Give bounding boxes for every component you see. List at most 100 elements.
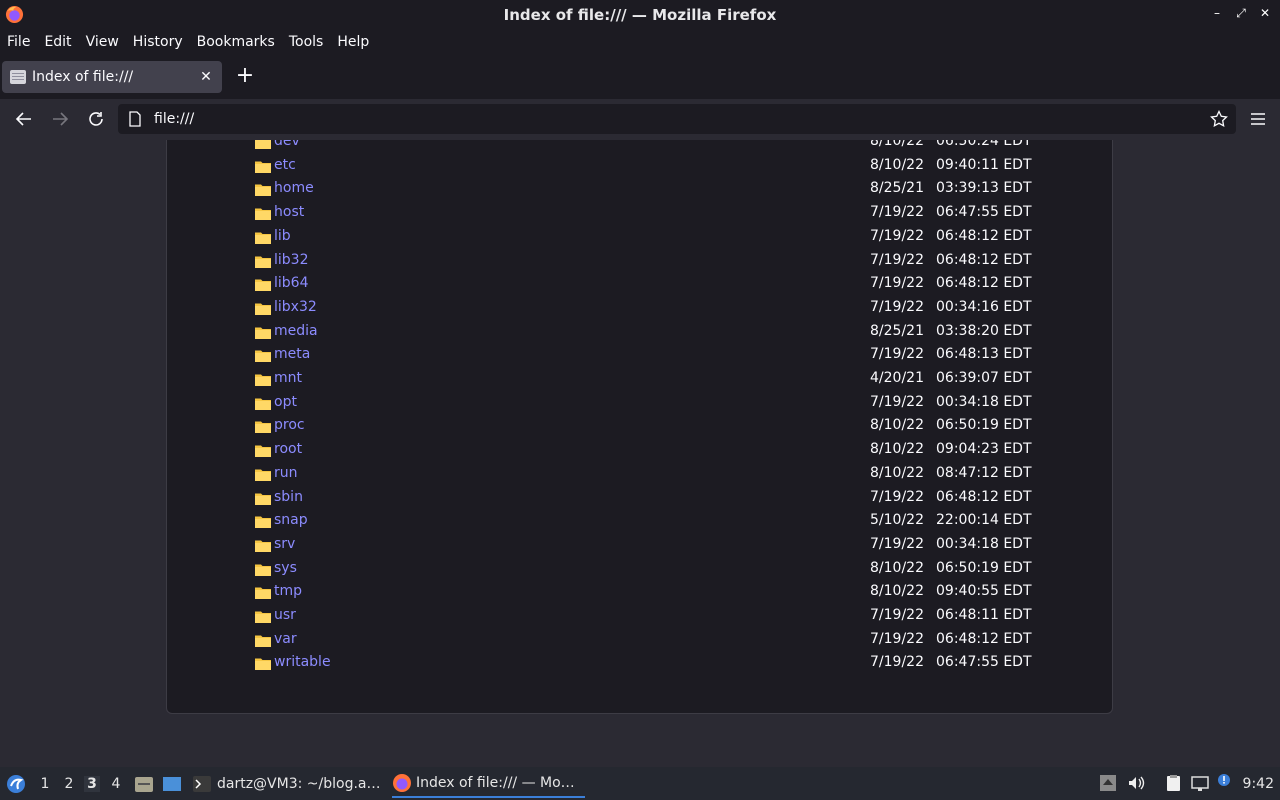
entry-name-link[interactable]: snap: [274, 512, 308, 528]
tab-index-of-file[interactable]: Index of file:/// ✕: [2, 61, 222, 93]
list-item[interactable]: host 7/19/22 06:47:55 EDT: [255, 204, 1035, 224]
entry-name-link[interactable]: usr: [274, 607, 296, 623]
list-item[interactable]: opt 7/19/22 00:34:18 EDT: [255, 394, 1035, 414]
entry-name-link[interactable]: sbin: [274, 489, 303, 505]
list-item[interactable]: proc 8/10/22 06:50:19 EDT: [255, 417, 1035, 437]
bookmark-star-icon[interactable]: [1210, 110, 1228, 128]
entry-name-link[interactable]: run: [274, 465, 298, 481]
entry-time: 06:48:12 EDT: [936, 630, 1032, 647]
list-item[interactable]: usr 7/19/22 06:48:11 EDT: [255, 607, 1035, 627]
back-button[interactable]: [12, 107, 36, 131]
entry-name-link[interactable]: dev: [274, 140, 300, 149]
tab-close-icon[interactable]: ✕: [198, 69, 214, 85]
notification-icon[interactable]: [1216, 772, 1234, 790]
menu-history[interactable]: History: [133, 34, 183, 50]
list-item[interactable]: meta 7/19/22 06:48:13 EDT: [255, 346, 1035, 366]
maximize-button[interactable]: ⤢: [1234, 6, 1248, 21]
task-terminal[interactable]: dartz@VM3: ~/blog.a…: [193, 770, 385, 798]
menu-help[interactable]: Help: [337, 34, 369, 50]
menu-bookmarks[interactable]: Bookmarks: [197, 34, 275, 50]
folder-icon: [255, 184, 271, 197]
entry-date: 8/25/21: [870, 322, 924, 339]
list-item[interactable]: srv 7/19/22 00:34:18 EDT: [255, 536, 1035, 556]
list-item[interactable]: lib 7/19/22 06:48:12 EDT: [255, 228, 1035, 248]
entry-date: 7/19/22: [870, 204, 924, 221]
workspace-4[interactable]: 4: [108, 776, 124, 792]
folder-icon: [255, 232, 271, 244]
list-item[interactable]: snap 5/10/22 22:00:14 EDT: [255, 512, 1035, 532]
menu-tools[interactable]: Tools: [289, 34, 324, 50]
start-menu-icon[interactable]: [6, 774, 26, 794]
list-item[interactable]: dev 8/10/22 06:50:24 EDT: [255, 140, 1035, 153]
volume-icon[interactable]: [1127, 774, 1145, 792]
menu-bar: File Edit View History Bookmarks Tools H…: [0, 29, 1280, 54]
workspace-2[interactable]: 2: [61, 776, 77, 792]
list-item[interactable]: home 8/25/21 03:39:13 EDT: [255, 180, 1035, 200]
list-item[interactable]: tmp 8/10/22 09:40:55 EDT: [255, 583, 1035, 603]
list-item[interactable]: writable 7/19/22 06:47:55 EDT: [255, 654, 1035, 674]
entry-name-link[interactable]: var: [274, 631, 297, 647]
entry-name-link[interactable]: opt: [274, 394, 297, 410]
workspace-1[interactable]: 1: [37, 776, 53, 792]
entry-name-link[interactable]: home: [274, 180, 314, 196]
entry-name-link[interactable]: writable: [274, 654, 331, 670]
entry-date: 7/19/22: [870, 298, 924, 315]
entry-time: 08:47:12 EDT: [936, 464, 1032, 481]
entry-date: 7/19/22: [870, 346, 924, 363]
clipboard-icon[interactable]: [1164, 774, 1182, 792]
show-desktop-icon[interactable]: [162, 775, 182, 793]
network-icon[interactable]: [1191, 774, 1209, 792]
list-item[interactable]: var 7/19/22 06:48:12 EDT: [255, 631, 1035, 651]
folder-icon: [255, 350, 271, 363]
minimize-button[interactable]: –: [1210, 6, 1224, 21]
task-firefox[interactable]: Index of file:/// — Mo…: [392, 770, 585, 798]
hamburger-menu-icon[interactable]: [1250, 111, 1266, 127]
reload-button[interactable]: [84, 107, 108, 131]
entry-time: 06:48:12 EDT: [936, 227, 1032, 244]
list-item[interactable]: sys 8/10/22 06:50:19 EDT: [255, 560, 1035, 580]
eject-icon[interactable]: [1099, 774, 1117, 792]
entry-name-link[interactable]: srv: [274, 536, 295, 552]
list-item[interactable]: lib32 7/19/22 06:48:12 EDT: [255, 252, 1035, 272]
entry-name-link[interactable]: sys: [274, 560, 297, 576]
entry-name-link[interactable]: root: [274, 441, 302, 457]
list-item[interactable]: etc 8/10/22 09:40:11 EDT: [255, 157, 1035, 177]
list-item[interactable]: mnt 4/20/21 06:39:07 EDT: [255, 370, 1035, 390]
entry-name-link[interactable]: mnt: [274, 370, 302, 386]
entry-time: 09:40:11 EDT: [936, 156, 1032, 173]
file-manager-icon[interactable]: [134, 775, 154, 793]
folder-icon: [255, 208, 271, 221]
entry-name-link[interactable]: meta: [274, 346, 310, 362]
entry-date: 8/10/22: [870, 441, 924, 458]
folder-icon: [255, 303, 271, 315]
url-bar[interactable]: file:///: [118, 104, 1236, 134]
page-icon: [10, 70, 26, 84]
entry-name-link[interactable]: proc: [274, 417, 305, 433]
workspace-3[interactable]: 3: [84, 776, 100, 792]
entry-name-link[interactable]: tmp: [274, 583, 302, 599]
menu-edit[interactable]: Edit: [44, 34, 71, 50]
list-item[interactable]: root 8/10/22 09:04:23 EDT: [255, 441, 1035, 461]
url-text[interactable]: file:///: [154, 111, 194, 127]
entry-name-link[interactable]: lib: [274, 228, 291, 244]
list-item[interactable]: lib64 7/19/22 06:48:12 EDT: [255, 275, 1035, 295]
entry-name-link[interactable]: media: [274, 323, 318, 339]
entry-name-link[interactable]: etc: [274, 157, 296, 173]
entry-date: 5/10/22: [870, 512, 924, 529]
entry-name-link[interactable]: lib64: [274, 275, 308, 291]
entry-name-link[interactable]: host: [274, 204, 304, 220]
entry-name-link[interactable]: lib32: [274, 252, 308, 268]
entry-time: 06:47:55 EDT: [936, 204, 1032, 221]
new-tab-button[interactable]: +: [234, 65, 256, 88]
entry-name-link[interactable]: libx32: [274, 299, 317, 315]
entry-time: 06:48:13 EDT: [936, 346, 1032, 363]
firefox-icon: [5, 5, 24, 24]
list-item[interactable]: sbin 7/19/22 06:48:12 EDT: [255, 489, 1035, 509]
list-item[interactable]: libx32 7/19/22 00:34:16 EDT: [255, 299, 1035, 319]
menu-file[interactable]: File: [7, 34, 30, 50]
list-item[interactable]: media 8/25/21 03:38:20 EDT: [255, 323, 1035, 343]
menu-view[interactable]: View: [86, 34, 119, 50]
list-item[interactable]: run 8/10/22 08:47:12 EDT: [255, 465, 1035, 485]
close-window-button[interactable]: ✕: [1258, 6, 1272, 21]
forward-button[interactable]: [48, 107, 72, 131]
